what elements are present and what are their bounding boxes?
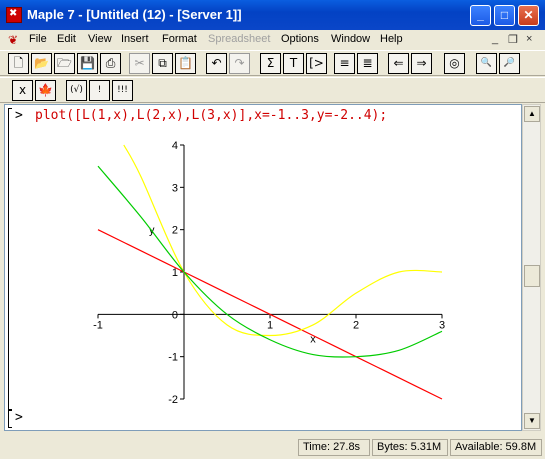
sigma-button[interactable]: Σ (260, 53, 281, 74)
menu-file[interactable]: File (29, 33, 47, 45)
new-button[interactable]: 🗋 (8, 53, 29, 74)
maximize-button[interactable]: □ (494, 5, 515, 26)
outdent-button[interactable]: ≣ (357, 53, 378, 74)
vertical-scrollbar[interactable]: ▲ ▼ (522, 104, 541, 431)
save-button[interactable]: 💾 (77, 53, 98, 74)
plot-area[interactable]: -1 1 2 3-2-112340xy (5, 129, 521, 419)
worksheet[interactable]: > plot([L(1,x),L(2,x),L(3,x)],x=-1..3,y=… (4, 104, 522, 431)
open-url-button[interactable]: 🗁 (54, 53, 75, 74)
save-icon: 💾 (80, 56, 95, 70)
indent-button[interactable]: ≡ (334, 53, 355, 74)
text-button[interactable]: T (283, 53, 304, 74)
indent-icon: ≡ (339, 56, 350, 70)
status-bar: Time: 27.8s Bytes: 5.31M Available: 59.8… (0, 435, 545, 459)
text-icon: T (289, 56, 298, 70)
maple-x-button[interactable]: x (12, 80, 33, 101)
scroll-up-button[interactable]: ▲ (524, 106, 540, 122)
x-tick-label: 1 (267, 319, 273, 331)
empty-group-bracket (8, 410, 12, 428)
x-tick-label: 2 (353, 319, 359, 331)
series-L2-curve (123, 144, 443, 337)
input-button[interactable]: [> (306, 53, 327, 74)
cut-icon: ✂ (134, 56, 145, 70)
paste-icon: 📋 (178, 56, 193, 70)
check-icon: (√) (70, 85, 83, 95)
triple-exclaim-icon: !!! (117, 85, 128, 95)
maple-toolbar: x 🍁 (√)!!!! (0, 77, 545, 103)
menu-insert[interactable]: Insert (121, 33, 149, 45)
maple-leaf-icon[interactable]: ❦ (8, 33, 22, 47)
main-toolbar: 🗋 📂 🗁 💾 ⎙ ✂ ⧉ 📋 ↶ ↷ Σ T [> ≡ ≣ ⇐ ⇒ ◎ 🔍 🔎 (0, 50, 545, 76)
open-button[interactable]: 📂 (31, 53, 52, 74)
outdent-icon: ≣ (362, 56, 373, 70)
print-icon: ⎙ (105, 56, 116, 70)
menu-spreadsheet[interactable]: Spreadsheet (208, 33, 270, 45)
redo-button[interactable]: ↷ (229, 53, 250, 74)
new-icon: 🗋 (13, 56, 24, 70)
menu-options[interactable]: Options (281, 33, 319, 45)
zoom-out-icon: 🔎 (503, 58, 516, 68)
zoom-out-button[interactable]: 🔎 (499, 53, 520, 74)
undo-icon: ↶ (211, 56, 222, 70)
copy-button[interactable]: ⧉ (152, 53, 173, 74)
stop-icon: ◎ (449, 56, 460, 70)
exclaim-button[interactable]: ! (89, 80, 110, 101)
check-button[interactable]: (√) (66, 80, 87, 101)
open-url-icon: 🗁 (57, 56, 72, 70)
open-icon: 📂 (34, 56, 49, 70)
y-tick-label: -2 (168, 394, 178, 406)
zoom-in-button[interactable]: 🔍 (476, 53, 497, 74)
back-icon: ⇐ (393, 56, 404, 70)
exclaim-icon: ! (97, 85, 102, 95)
menu-view[interactable]: View (88, 33, 112, 45)
cut-button[interactable]: ✂ (129, 53, 150, 74)
back-button[interactable]: ⇐ (388, 53, 409, 74)
copy-icon: ⧉ (158, 56, 167, 70)
maple-x-icon: x (18, 83, 27, 97)
print-button[interactable]: ⎙ (100, 53, 121, 74)
menu-help[interactable]: Help (380, 33, 403, 45)
x-tick-label: 3 (439, 319, 445, 331)
input-icon: [> (309, 56, 324, 70)
close-button[interactable]: ✕ (518, 5, 539, 26)
menu-edit[interactable]: Edit (57, 33, 76, 45)
mdi-close-button[interactable]: × (526, 33, 532, 45)
menu-format[interactable]: Format (162, 33, 197, 45)
y-tick-label: -1 (168, 352, 178, 364)
undo-button[interactable]: ↶ (206, 53, 227, 74)
mdi-minimize-button[interactable]: _ (492, 33, 498, 45)
status-available: Available: 59.8M (450, 439, 542, 456)
zoom-in-icon: 🔍 (480, 58, 493, 68)
paste-button[interactable]: 📋 (175, 53, 196, 74)
status-time: Time: 27.8s (298, 439, 370, 456)
status-bytes: Bytes: 5.31M (372, 439, 448, 456)
y-tick-label: 2 (172, 225, 178, 237)
forward-button[interactable]: ⇒ (411, 53, 432, 74)
forward-icon: ⇒ (416, 56, 427, 70)
scroll-thumb[interactable] (524, 265, 540, 287)
menu-bar: ❦ File Edit View Insert Format Spreadshe… (0, 30, 545, 50)
minimize-button[interactable]: _ (470, 5, 491, 26)
y-tick-label: 3 (172, 182, 178, 194)
input-prompt: > (15, 108, 23, 123)
redo-icon: ↷ (234, 56, 245, 70)
sigma-icon: Σ (266, 56, 275, 70)
stop-button[interactable]: ◎ (444, 53, 465, 74)
maple-command[interactable]: plot([L(1,x),L(2,x),L(3,x)],x=-1..3,y=-2… (35, 108, 387, 123)
triple-exclaim-button[interactable]: !!! (112, 80, 133, 101)
scroll-down-button[interactable]: ▼ (524, 413, 540, 429)
title-bar: Maple 7 - [Untitled (12) - [Server 1]] _… (0, 0, 545, 30)
maple-leaf-button[interactable]: 🍁 (35, 80, 56, 101)
maple-app-icon[interactable] (6, 7, 22, 23)
menu-window[interactable]: Window (331, 33, 370, 45)
maple-leaf-icon: 🍁 (38, 83, 53, 97)
x-tick-label: -1 (93, 319, 103, 331)
mdi-restore-button[interactable]: ❐ (508, 33, 518, 46)
empty-prompt[interactable]: > (15, 410, 23, 425)
y-tick-label: 4 (172, 140, 178, 152)
origin-label: 0 (172, 309, 178, 321)
window-title: Maple 7 - [Untitled (12) - [Server 1]] (27, 7, 242, 22)
